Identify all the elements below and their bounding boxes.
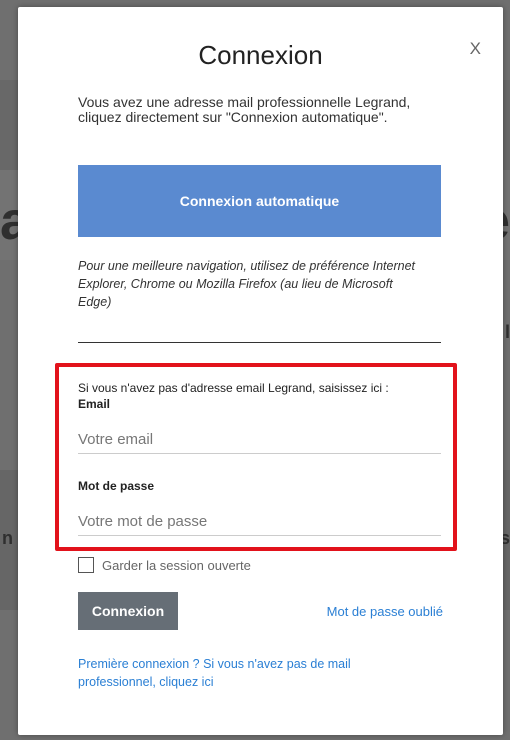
- password-label: Mot de passe: [78, 479, 155, 493]
- keep-session-label: Garder la session ouverte: [102, 557, 251, 573]
- email-label: Email: [78, 397, 111, 411]
- email-field[interactable]: [78, 425, 441, 454]
- first-login-link[interactable]: Première connexion ? Si vous n'avez pas …: [78, 655, 398, 691]
- intro-text: Vous avez une adresse mail professionnel…: [78, 94, 411, 125]
- modal-title: Connexion: [198, 40, 323, 70]
- submit-button[interactable]: Connexion: [78, 592, 178, 630]
- divider: [78, 342, 441, 343]
- login-modal: Connexion X Vous avez une adresse mail p…: [18, 7, 503, 735]
- form-intro-text: Si vous n'avez pas d'adresse email Legra…: [78, 381, 389, 395]
- background-text-fragment: n: [2, 528, 13, 548]
- forgot-password-link[interactable]: Mot de passe oublié: [327, 604, 443, 619]
- keep-session-row[interactable]: Garder la session ouverte: [78, 557, 251, 573]
- browser-note: Pour une meilleure navigation, utilisez …: [78, 259, 416, 309]
- background-text-fragment: l: [504, 322, 510, 342]
- close-button[interactable]: X: [470, 39, 481, 59]
- keep-session-checkbox[interactable]: [78, 557, 94, 573]
- password-field[interactable]: [78, 507, 441, 536]
- auto-login-button[interactable]: Connexion automatique: [78, 165, 441, 237]
